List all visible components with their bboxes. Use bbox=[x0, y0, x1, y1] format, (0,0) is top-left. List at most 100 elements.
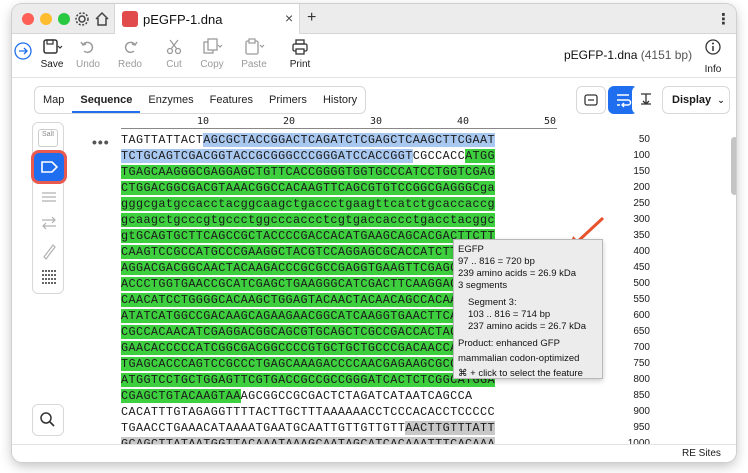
sequence-segment[interactable]: gggcgatgccacctacggcaagctgaccctgaagttcatc… bbox=[121, 197, 495, 211]
segment-aa: 237 amino acids = 26.7 kDa bbox=[468, 321, 587, 332]
position-number: 450 bbox=[633, 262, 650, 273]
sequence-row[interactable]: TGAACCTGAAACATAAAATGAATGCAATTGTTGTTGTTAA… bbox=[121, 420, 557, 436]
sequence-segment[interactable]: CGCCACAACATCGAGGACGGCAGCGTGCAGCTCGCCGACC… bbox=[121, 325, 495, 339]
restriction-site-button[interactable]: SalI bbox=[38, 129, 58, 147]
tab-history[interactable]: History bbox=[315, 87, 365, 113]
undo-button[interactable]: Undo bbox=[68, 38, 108, 70]
save-button[interactable]: Save bbox=[32, 38, 72, 70]
strand-toggle-button[interactable] bbox=[632, 86, 662, 114]
sequence-segment[interactable]: CAACATCCTGGGGCACAAGCTGGAGTACAACTACAACAGC… bbox=[121, 293, 495, 307]
document-tab[interactable]: pEGFP-1.dna × bbox=[114, 4, 300, 34]
save-icon bbox=[43, 39, 63, 54]
scissors-icon bbox=[166, 39, 182, 55]
sequence-segment[interactable]: CACATTTGTAGAGGTTTTACTTGCTTTAAAAAACCTCCCA… bbox=[121, 405, 495, 419]
tab-map[interactable]: Map bbox=[35, 87, 72, 113]
tab-features[interactable]: Features bbox=[202, 87, 261, 113]
feature-tool-button[interactable] bbox=[34, 153, 64, 181]
ruler-tick-label: 40 bbox=[457, 116, 470, 127]
position-number: 550 bbox=[633, 294, 650, 305]
sequence-row[interactable]: gcaagctgcccgtgccctggcccaccctcgtgaccaccct… bbox=[121, 212, 557, 228]
sequence-segment[interactable]: TCTGCAGTCGACGGTACCGCGGGCCCGGGATCCACCGGT bbox=[121, 149, 413, 163]
sequence-segment[interactable]: TAGTTATTACT bbox=[121, 133, 203, 147]
sequence-row[interactable]: TCTGCAGTCGACGGTACCGCGGGCCCGGGATCCACCGGTC… bbox=[121, 148, 557, 164]
swap-strands-icon[interactable] bbox=[39, 213, 59, 233]
tab-primers[interactable]: Primers bbox=[261, 87, 315, 113]
print-label: Print bbox=[289, 59, 311, 70]
sequence-segment[interactable]: gtGCAGTGCTTCAGCCGCTACCCCGACCACATGAAGCAGC… bbox=[121, 229, 495, 243]
sequence-segment[interactable]: CTGGACGGCGACGTAAACGGCCACAAGTTCAGCGTGTCCG… bbox=[121, 181, 495, 195]
sequence-segment[interactable]: TGAGCACCCAGTCCGCCCTGAGCAAAGACCCCAACGAGAA… bbox=[121, 357, 495, 371]
feature-name: EGFP bbox=[458, 244, 484, 255]
view-bar: Map Sequence Enzymes Features Primers Hi… bbox=[32, 84, 736, 118]
sequence-segment[interactable]: AACTTGTTTATT bbox=[405, 421, 495, 435]
row-options-dots[interactable]: ••• bbox=[92, 134, 110, 150]
main-toolbar: Save Undo Redo Cut Copy Paste Print pEGF… bbox=[12, 34, 736, 78]
home-icon[interactable] bbox=[94, 11, 110, 27]
position-number: 800 bbox=[633, 374, 650, 385]
sequence-segment[interactable]: GAACACCCCCATCGGCGACGGCCCCGTGCTGCTGCCCGAC… bbox=[121, 341, 495, 355]
vertical-scrollbar[interactable] bbox=[731, 137, 736, 195]
translate-icon[interactable] bbox=[39, 187, 59, 207]
sequence-row[interactable]: TGAGCAAGGGCGAGGAGCTGTTCACCGGGGTGGTGCCCAT… bbox=[121, 164, 557, 180]
sequence-row[interactable]: CTGGACGGCGACGTAAACGGCCACAAGTTCAGCGTGTCCG… bbox=[121, 180, 557, 196]
position-number: 500 bbox=[633, 278, 650, 289]
title-bar: pEGFP-1.dna × + ⋮ bbox=[12, 4, 736, 34]
close-tab-button[interactable]: × bbox=[285, 10, 293, 26]
feature-product: Product: enhanced GFP bbox=[458, 338, 560, 349]
text-format-icon[interactable] bbox=[39, 267, 59, 287]
redo-label: Redo bbox=[118, 59, 142, 70]
info-label: Info bbox=[704, 64, 722, 75]
search-button[interactable] bbox=[32, 404, 64, 436]
sequence-segment[interactable]: AGCGCTACCGGACTCAGATCTCGAGCTCAAGCTTCGAAT bbox=[203, 133, 495, 147]
print-button[interactable]: Print bbox=[280, 38, 320, 70]
sequence-segment[interactable]: ATGG bbox=[465, 149, 495, 163]
new-tab-button[interactable]: + bbox=[307, 9, 316, 27]
tab-sequence[interactable]: Sequence bbox=[72, 87, 141, 113]
ruler-tick-label: 50 bbox=[544, 116, 557, 127]
sequence-row[interactable]: TAGTTATTACTAGCGCTACCGGACTCAGATCTCGAGCTCA… bbox=[121, 132, 557, 148]
display-label: Display bbox=[672, 94, 712, 106]
info-button[interactable]: Info bbox=[698, 38, 728, 75]
tab-title: pEGFP-1.dna bbox=[143, 12, 223, 27]
more-menu-button[interactable]: ⋮ bbox=[716, 10, 731, 28]
sequence-segment[interactable]: AGGACGACGGCAACTACAAGACCCGCGCCGAGGTGAAGTT… bbox=[121, 261, 495, 275]
close-window-button[interactable] bbox=[22, 13, 34, 25]
cut-button[interactable]: Cut bbox=[154, 38, 194, 70]
file-info: pEGFP-1.dna (4151 bp) bbox=[564, 48, 692, 62]
position-number: 750 bbox=[633, 358, 650, 369]
highlighter-icon[interactable] bbox=[39, 241, 59, 261]
side-toolbar: SalI bbox=[32, 122, 64, 294]
tab-enzymes[interactable]: Enzymes bbox=[140, 87, 201, 113]
sequence-segment[interactable]: AGCGGCCGCGACTCTAGATCATAATCAGCCA bbox=[241, 389, 473, 403]
double-strand-icon bbox=[641, 93, 651, 105]
bp-count: (4151 bp) bbox=[640, 48, 693, 62]
redo-button[interactable]: Redo bbox=[110, 38, 150, 70]
feature-note: mammalian codon-optimized bbox=[458, 353, 580, 364]
sequence-row[interactable]: gggcgatgccacctacggcaagctgaccctgaagttcatc… bbox=[121, 196, 557, 212]
seq-map-toggle-button[interactable] bbox=[576, 86, 606, 114]
re-sites-button[interactable]: RE Sites bbox=[682, 448, 721, 459]
feature-segments: 3 segments bbox=[458, 280, 508, 291]
sequence-segment[interactable]: CAAGTCCGCCATGCCCGAAGGCTACGTCCAGGAGCGCACC… bbox=[121, 245, 495, 259]
sequence-segment[interactable]: CGAGCTGTACAAGTAA bbox=[121, 389, 241, 403]
gear-icon[interactable] bbox=[74, 11, 90, 27]
sequence-row[interactable]: CGAGCTGTACAAGTAAAGCGGCCGCGACTCTAGATCATAA… bbox=[121, 388, 557, 404]
sequence-segment[interactable]: ATATCATGGCCGACAAGCAGAAGAACGGCATCAAGGTGAA… bbox=[121, 309, 495, 323]
minimize-window-button[interactable] bbox=[40, 13, 52, 25]
sequence-segment[interactable]: ACCCTGGTGAACCGCATCGAGCTGAAGGGCATCGACTTCA… bbox=[121, 277, 495, 291]
sequence-segment[interactable]: TGAGCAAGGGCGAGGAGCTGTTCACCGGGGTGGTGCCCAT… bbox=[121, 165, 495, 179]
sequence-row[interactable]: CACATTTGTAGAGGTTTTACTTGCTTTAAAAAACCTCCCA… bbox=[121, 404, 557, 420]
position-number: 100 bbox=[633, 150, 650, 161]
display-menu-button[interactable]: Display ⌄ bbox=[662, 86, 730, 114]
collapse-sidebar-icon[interactable] bbox=[14, 42, 32, 60]
sequence-segment[interactable]: TGAACCTGAAACATAAAATGAATGCAATTGTTGTTGTT bbox=[121, 421, 405, 435]
paste-button[interactable]: Paste bbox=[234, 38, 274, 70]
position-number: 950 bbox=[633, 422, 650, 433]
sequence-segment[interactable]: CGCCACC bbox=[413, 149, 465, 163]
copy-button[interactable]: Copy bbox=[192, 38, 232, 70]
paste-icon bbox=[245, 38, 265, 55]
position-number: 650 bbox=[633, 326, 650, 337]
zoom-window-button[interactable] bbox=[58, 13, 70, 25]
sequence-segment[interactable]: gcaagctgcccgtgccctggcccaccctcgtgaccaccct… bbox=[121, 213, 495, 227]
sequence-segment[interactable]: ATGGTCCTGCTGGAGTTCGTGACCGCCGCCGGGATCACTC… bbox=[121, 373, 495, 387]
